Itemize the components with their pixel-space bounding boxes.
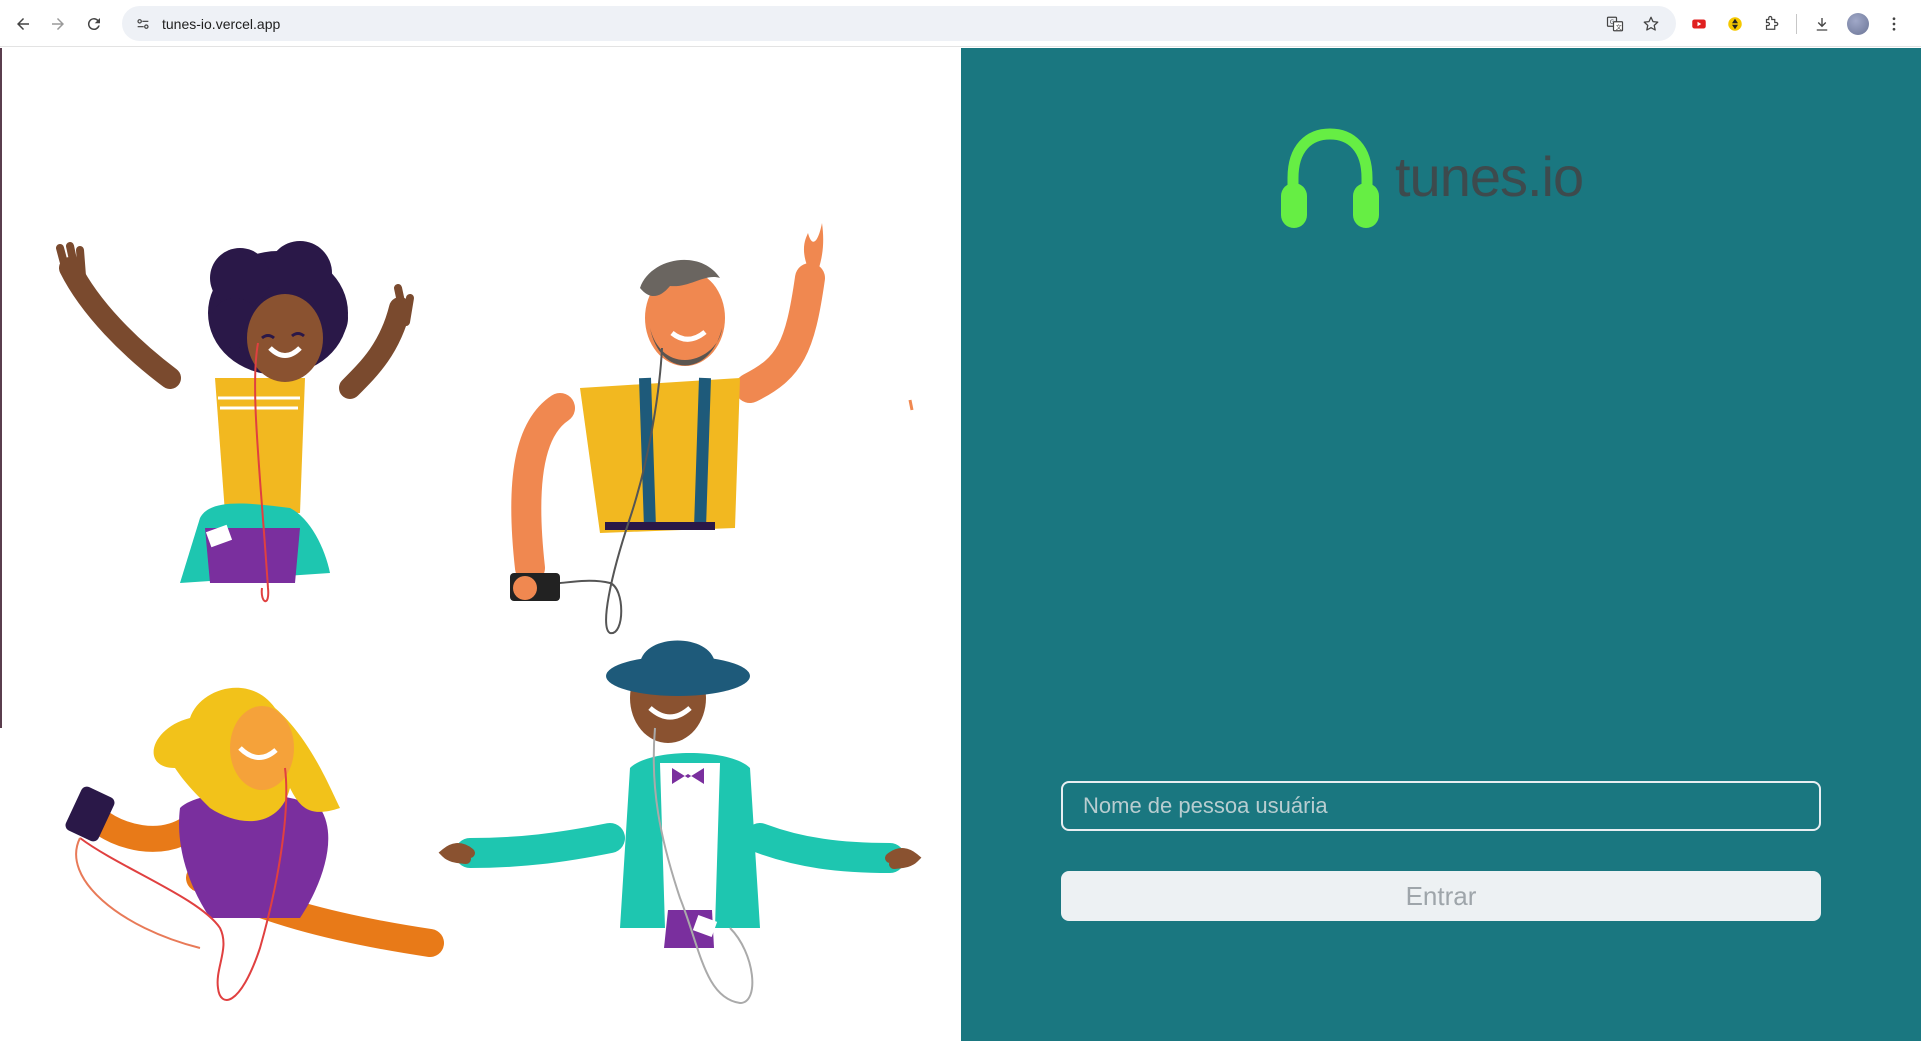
forward-icon[interactable] xyxy=(40,6,76,42)
toolbar-divider xyxy=(1796,13,1797,34)
youtube-extension-icon[interactable] xyxy=(1684,9,1714,39)
translate-icon[interactable]: G文 xyxy=(1600,9,1630,39)
illustration-panel xyxy=(0,48,961,1041)
reload-icon[interactable] xyxy=(76,6,112,42)
svg-text:文: 文 xyxy=(1616,23,1622,31)
site-settings-icon[interactable] xyxy=(128,9,158,39)
headphones-icon xyxy=(1281,128,1379,228)
login-panel: tunes.io Entrar xyxy=(961,48,1921,1041)
browser-toolbar: tunes-io.vercel.app G文 xyxy=(0,0,1921,47)
logo-text: tunes.io xyxy=(1395,144,1584,208)
extension-yellow-icon[interactable] xyxy=(1720,9,1750,39)
person-hat-man xyxy=(438,640,922,1005)
menu-kebab-icon[interactable] xyxy=(1879,9,1909,39)
profile-avatar[interactable] xyxy=(1843,9,1873,39)
people-listening-music-illustration xyxy=(56,223,922,1005)
person-blonde-woman xyxy=(65,687,444,1001)
download-icon[interactable] xyxy=(1807,9,1837,39)
bookmark-star-icon[interactable] xyxy=(1636,9,1666,39)
app-logo: tunes.io xyxy=(1279,128,1584,232)
enter-button[interactable]: Entrar xyxy=(1061,871,1821,921)
back-icon[interactable] xyxy=(5,6,41,42)
username-input[interactable] xyxy=(1061,781,1821,831)
url-text[interactable]: tunes-io.vercel.app xyxy=(162,16,280,32)
extensions-puzzle-icon[interactable] xyxy=(1756,9,1786,39)
address-bar[interactable]: tunes-io.vercel.app G文 xyxy=(122,6,1676,41)
person-afro-woman xyxy=(56,241,414,603)
left-border-line xyxy=(0,48,2,728)
person-bearded-man xyxy=(510,223,914,634)
